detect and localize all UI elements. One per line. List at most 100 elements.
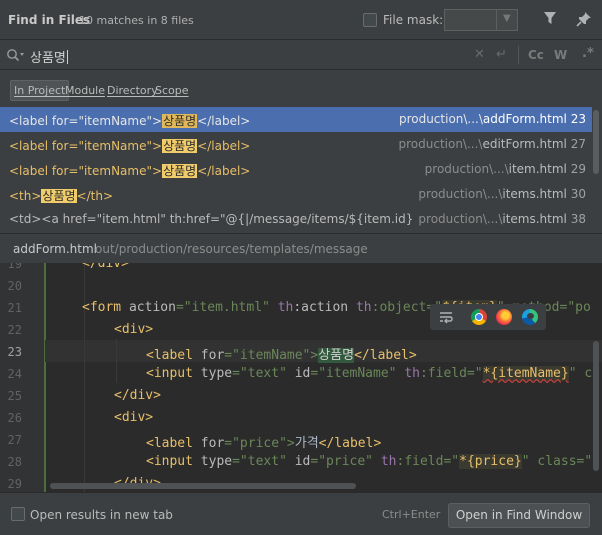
code-line: <div> (114, 322, 154, 337)
result-code: <th>상품명</th> (9, 187, 113, 204)
result-after: </th> (76, 189, 114, 203)
result-code: <label for="itemName">상품명</label> (9, 137, 250, 154)
pin-icon[interactable] (576, 11, 592, 30)
chrome-icon[interactable] (471, 309, 487, 325)
line-number: 19 (7, 263, 22, 271)
result-row[interactable]: <th>상품명</th> production\...\items.html 3… (0, 182, 592, 207)
file-mask-checkbox[interactable] (363, 13, 377, 27)
result-before: <label for="itemName"> (9, 114, 163, 128)
code-preview[interactable]: 19 20 21 22 23 24 25 26 27 28 29 </div> … (0, 263, 602, 492)
firefox-icon[interactable] (496, 309, 512, 325)
newline-icon[interactable]: ↵ (496, 47, 507, 62)
result-location: production\...\items.html 30 (412, 187, 586, 201)
scope-tabs: In Project Module Directory Scope (0, 70, 602, 107)
tab-module[interactable]: Module (62, 80, 108, 101)
toolbar-separator (518, 46, 519, 64)
open-new-tab-checkbox[interactable] (11, 507, 25, 521)
code-line-current: <label for="itemName">상품명</label> (146, 348, 417, 363)
dialog-title: Find in Files (8, 13, 91, 27)
filter-icon[interactable] (543, 11, 557, 28)
result-row[interactable]: <label for="itemName">상품명</label> produc… (0, 107, 592, 132)
result-file: item.html (508, 162, 567, 176)
line-number: 21 (7, 301, 22, 315)
result-code: <label for="itemName">상품명</label> (9, 112, 250, 129)
line-number-gutter: 19 20 21 22 23 24 25 26 27 28 29 (0, 263, 44, 492)
preview-header: addForm.html out/production/resources/te… (0, 233, 602, 263)
code-line: <label for="price">가격</label> (146, 436, 382, 451)
line-number: 20 (7, 279, 22, 293)
line-number: 27 (7, 433, 22, 447)
clear-icon[interactable]: ✕ (474, 47, 485, 62)
vertical-scrollbar[interactable] (593, 341, 599, 471)
result-match: 상품명 (162, 114, 198, 128)
code-line: </div> (82, 263, 129, 271)
result-match: 상품명 (162, 139, 198, 153)
line-number: 28 (7, 455, 22, 469)
result-path: production\...\ (418, 187, 503, 201)
result-file: items.html (502, 212, 567, 226)
combo-separator (496, 10, 497, 30)
search-input[interactable]: 상품명 (30, 47, 68, 66)
result-before: <th> (9, 189, 42, 203)
find-header: Find in Files 10 matches in 8 files File… (0, 0, 602, 40)
file-mask-label: File mask: (383, 13, 444, 27)
file-mask-combo[interactable]: ▼ (444, 9, 518, 31)
results-list: <label for="itemName">상품명</label> produc… (0, 107, 602, 233)
code-line: <input type="text" id="itemName" th:fiel… (146, 366, 593, 381)
regex-toggle[interactable]: .* (582, 46, 594, 61)
result-file: items.html (502, 187, 567, 201)
shortcut-hint: Ctrl+Enter (382, 508, 441, 521)
horizontal-scrollbar[interactable] (50, 483, 356, 489)
open-new-tab-label: Open results in new tab (30, 508, 173, 522)
vcs-change-marker (44, 263, 46, 492)
preview-match: 상품명 (318, 348, 355, 363)
line-number-current: 23 (7, 345, 22, 359)
result-row[interactable]: <td><a href="item.html" th:href="@{|/mes… (0, 207, 592, 232)
result-code: <label for="itemName">상품명</label> (9, 162, 250, 179)
browser-toolbar (430, 304, 546, 330)
result-location: production\...\addForm.html 23 (392, 112, 586, 126)
result-row[interactable]: <label for="itemName">상품명</label> produc… (0, 157, 592, 182)
result-location: production\...\items.html 38 (412, 212, 586, 226)
result-line: 38 (570, 212, 586, 226)
result-location: production\...\editForm.html 27 (392, 137, 586, 151)
result-match: 상품명 (41, 189, 77, 203)
whole-words-toggle[interactable]: W (554, 48, 567, 62)
preview-file-name: addForm.html (13, 242, 97, 256)
match-count: 10 matches in 8 files (79, 14, 194, 27)
indent-guide (116, 339, 117, 383)
code-line: <input type="text" id="price" th:field="… (146, 454, 593, 469)
result-after: </label> (197, 164, 251, 178)
result-row[interactable]: <label for="itemName">상품명</label> produc… (0, 132, 592, 157)
line-number: 22 (7, 323, 22, 337)
code-line: <div> (114, 410, 154, 425)
match-case-toggle[interactable]: Cc (528, 48, 544, 62)
open-in-find-window-button[interactable]: Open in Find Window (448, 503, 590, 528)
search-row: 상품명 ✕ ↵ Cc W .* (0, 40, 602, 70)
result-location: production\...\item.html 29 (418, 162, 586, 176)
result-before: <label for="itemName"> (9, 164, 163, 178)
line-number: 26 (7, 411, 22, 425)
tab-scope[interactable]: Scope (152, 80, 192, 101)
result-after: </label> (197, 114, 251, 128)
edge-icon[interactable] (522, 309, 538, 325)
text-caret (66, 50, 68, 64)
search-icon[interactable] (6, 48, 26, 65)
result-path: production\...\ (398, 112, 483, 126)
preview-file-path: out/production/resources/templates/messa… (95, 242, 368, 256)
line-number: 29 (7, 477, 22, 491)
wrap-icon[interactable] (438, 309, 454, 328)
line-number: 24 (7, 367, 22, 381)
result-match: 상품명 (162, 164, 198, 178)
result-line: 23 (570, 112, 586, 126)
result-line: 27 (570, 137, 586, 151)
indent-guide (84, 263, 85, 492)
result-file: addForm.html (482, 112, 567, 126)
line-number: 25 (7, 389, 22, 403)
search-query: 상품명 (30, 51, 66, 66)
result-file: editForm.html (482, 137, 567, 151)
result-before: <label for="itemName"> (9, 139, 163, 153)
chevron-down-icon[interactable]: ▼ (503, 13, 511, 24)
results-scrollbar[interactable] (593, 110, 599, 174)
tab-in-project[interactable]: In Project (10, 80, 70, 101)
